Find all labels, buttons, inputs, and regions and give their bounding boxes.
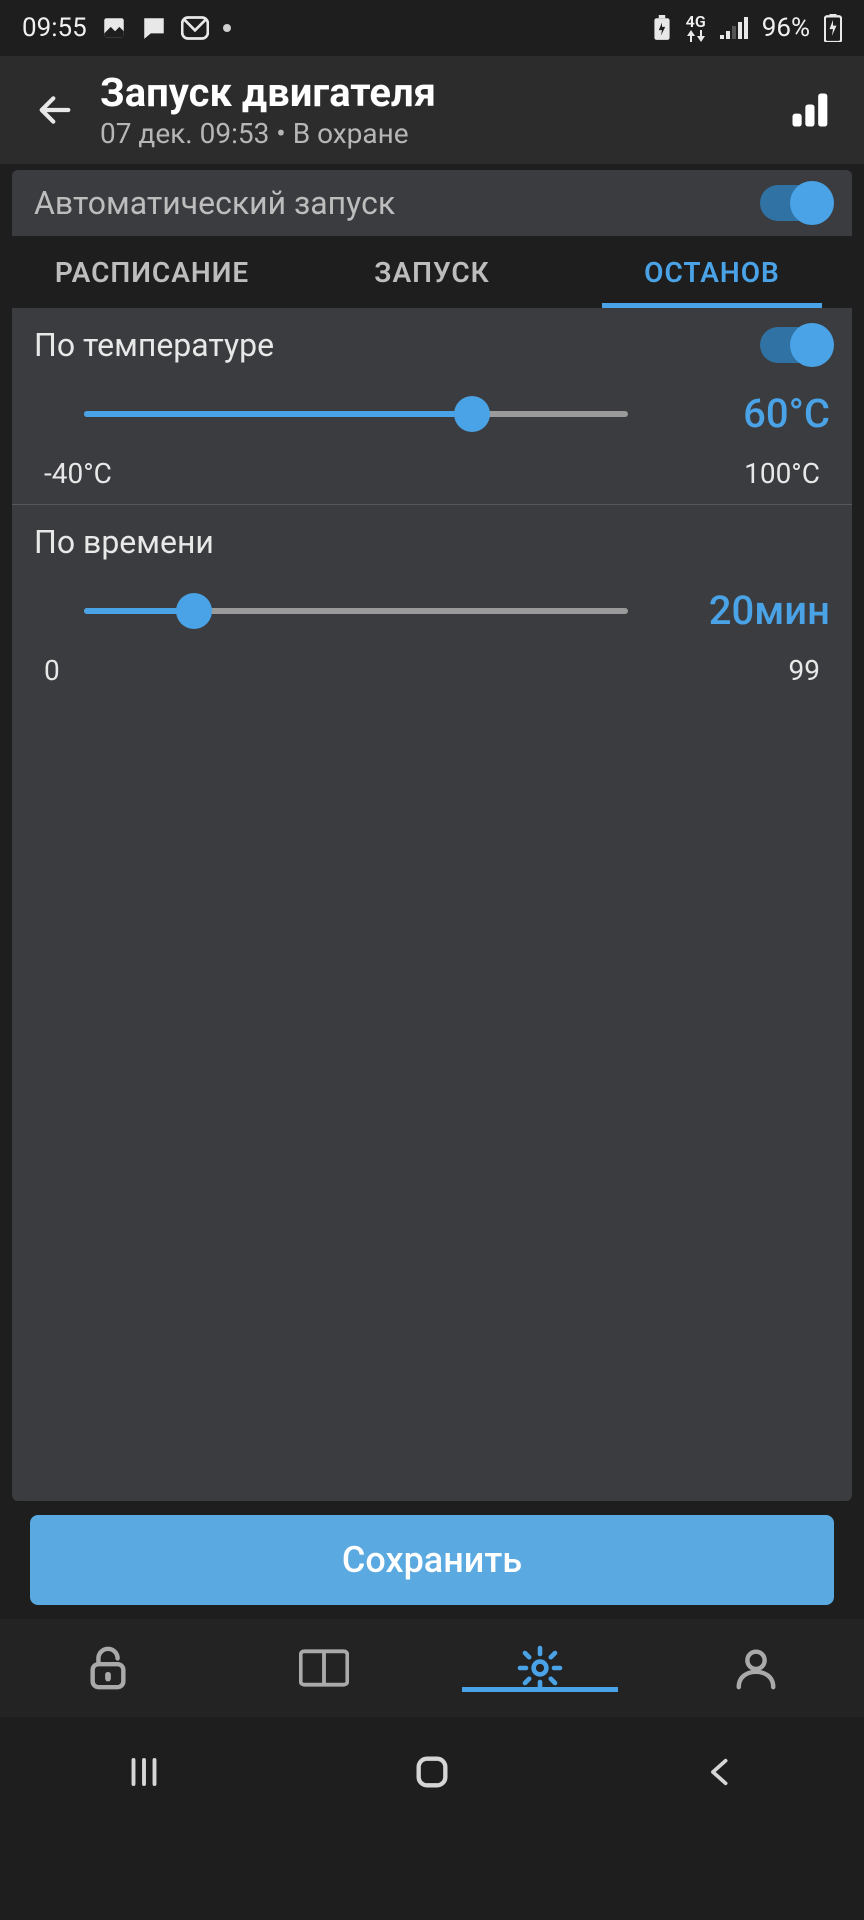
save-button-label: Сохранить — [342, 1539, 522, 1581]
app-header: Запуск двигателя 07 дек. 09:53 • В охран… — [0, 56, 864, 164]
bottom-nav — [0, 1619, 864, 1717]
save-button[interactable]: Сохранить — [30, 1515, 834, 1605]
temperature-min-label: -40°C — [44, 457, 112, 490]
time-slider[interactable] — [84, 608, 628, 614]
time-value: 20мин — [680, 587, 830, 634]
temperature-slider[interactable] — [84, 411, 628, 417]
temperature-max-label: 100°C — [744, 457, 820, 490]
mail-icon — [181, 16, 209, 40]
battery-percent: 96% — [762, 13, 810, 43]
android-recents-button[interactable] — [54, 1754, 234, 1790]
back-button[interactable] — [20, 75, 90, 145]
android-nav-bar — [0, 1717, 864, 1827]
android-back-button[interactable] — [630, 1752, 810, 1792]
section-temperature: По температуре 60°C -40°C 100°C — [12, 308, 852, 504]
section-time: По времени 20мин 0 99 — [12, 504, 852, 701]
tab-bar: РАСПИСАНИЕ ЗАПУСК ОСТАНОВ — [12, 236, 852, 308]
more-notifications-dot-icon — [223, 24, 231, 32]
page-subtitle: 07 дек. 09:53 • В охране — [100, 117, 774, 150]
page-title: Запуск двигателя — [100, 71, 774, 115]
time-min-label: 0 — [44, 654, 60, 687]
battery-charging-icon — [824, 14, 842, 42]
connection-button[interactable] — [774, 88, 844, 132]
signal-strength-icon — [720, 17, 748, 39]
autostart-toggle[interactable] — [760, 185, 830, 221]
time-label: По времени — [34, 523, 214, 561]
android-home-button[interactable] — [342, 1752, 522, 1792]
settings-card: Автоматический запуск РАСПИСАНИЕ ЗАПУСК … — [12, 170, 852, 1501]
nav-settings[interactable] — [432, 1644, 648, 1692]
temperature-value: 60°C — [680, 390, 830, 437]
battery-care-icon — [652, 15, 672, 41]
chat-icon — [141, 15, 167, 41]
status-bar: 09:55 4G 96% — [0, 0, 864, 56]
nav-profile[interactable] — [648, 1645, 864, 1691]
tab-start[interactable]: ЗАПУСК — [292, 236, 572, 308]
nav-book[interactable] — [216, 1648, 432, 1688]
status-time: 09:55 — [22, 13, 87, 43]
network-type-icon: 4G — [686, 14, 706, 42]
temperature-label: По температуре — [34, 326, 274, 364]
time-max-label: 99 — [789, 654, 820, 687]
autostart-label: Автоматический запуск — [34, 184, 395, 222]
autostart-row: Автоматический запуск — [12, 170, 852, 236]
network-type-label: 4G — [686, 14, 706, 30]
nav-lock[interactable] — [0, 1645, 216, 1691]
tab-schedule[interactable]: РАСПИСАНИЕ — [12, 236, 292, 308]
image-icon — [101, 15, 127, 41]
tab-stop[interactable]: ОСТАНОВ — [572, 236, 852, 308]
temperature-toggle[interactable] — [760, 327, 830, 363]
